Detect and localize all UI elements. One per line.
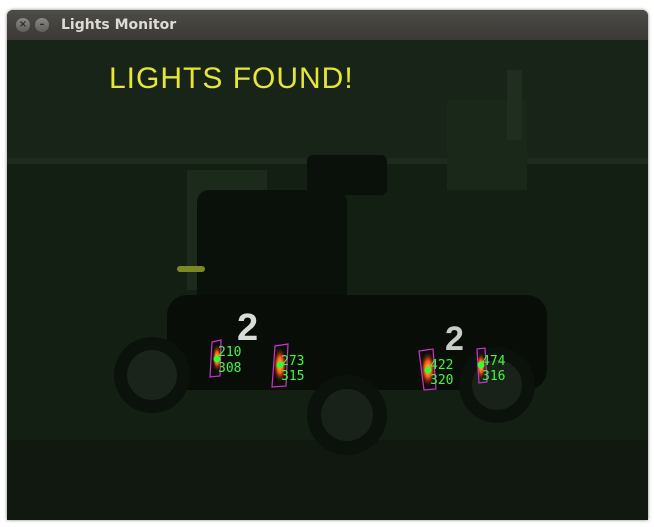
camera-frame: 2 2 210 308 273 315 422 320 474 316 [7,40,648,520]
detection-label-y: 316 [482,369,505,384]
camera-view: 2 2 210 308 273 315 422 320 474 316 LIGH… [7,40,648,520]
window-title: Lights Monitor [61,17,177,33]
svg-text:2: 2 [445,320,464,358]
title-bar[interactable]: × – Lights Monitor [7,10,648,41]
detection-label-x: 422 [430,358,453,373]
detection-label-y: 315 [281,369,304,384]
detection-label-x: 210 [218,345,241,360]
detection-label-x: 474 [482,354,506,369]
minimize-icon[interactable]: – [35,18,49,32]
detection-label-y: 320 [430,373,453,388]
detection-label-y: 308 [218,361,241,376]
status-text: LIGHTS FOUND! [109,62,354,95]
detection-label-x: 273 [281,354,304,369]
close-icon[interactable]: × [16,18,30,32]
app-window: × – Lights Monitor 2 2 210 308 273 315 4… [7,10,648,520]
svg-text:2: 2 [237,307,258,349]
